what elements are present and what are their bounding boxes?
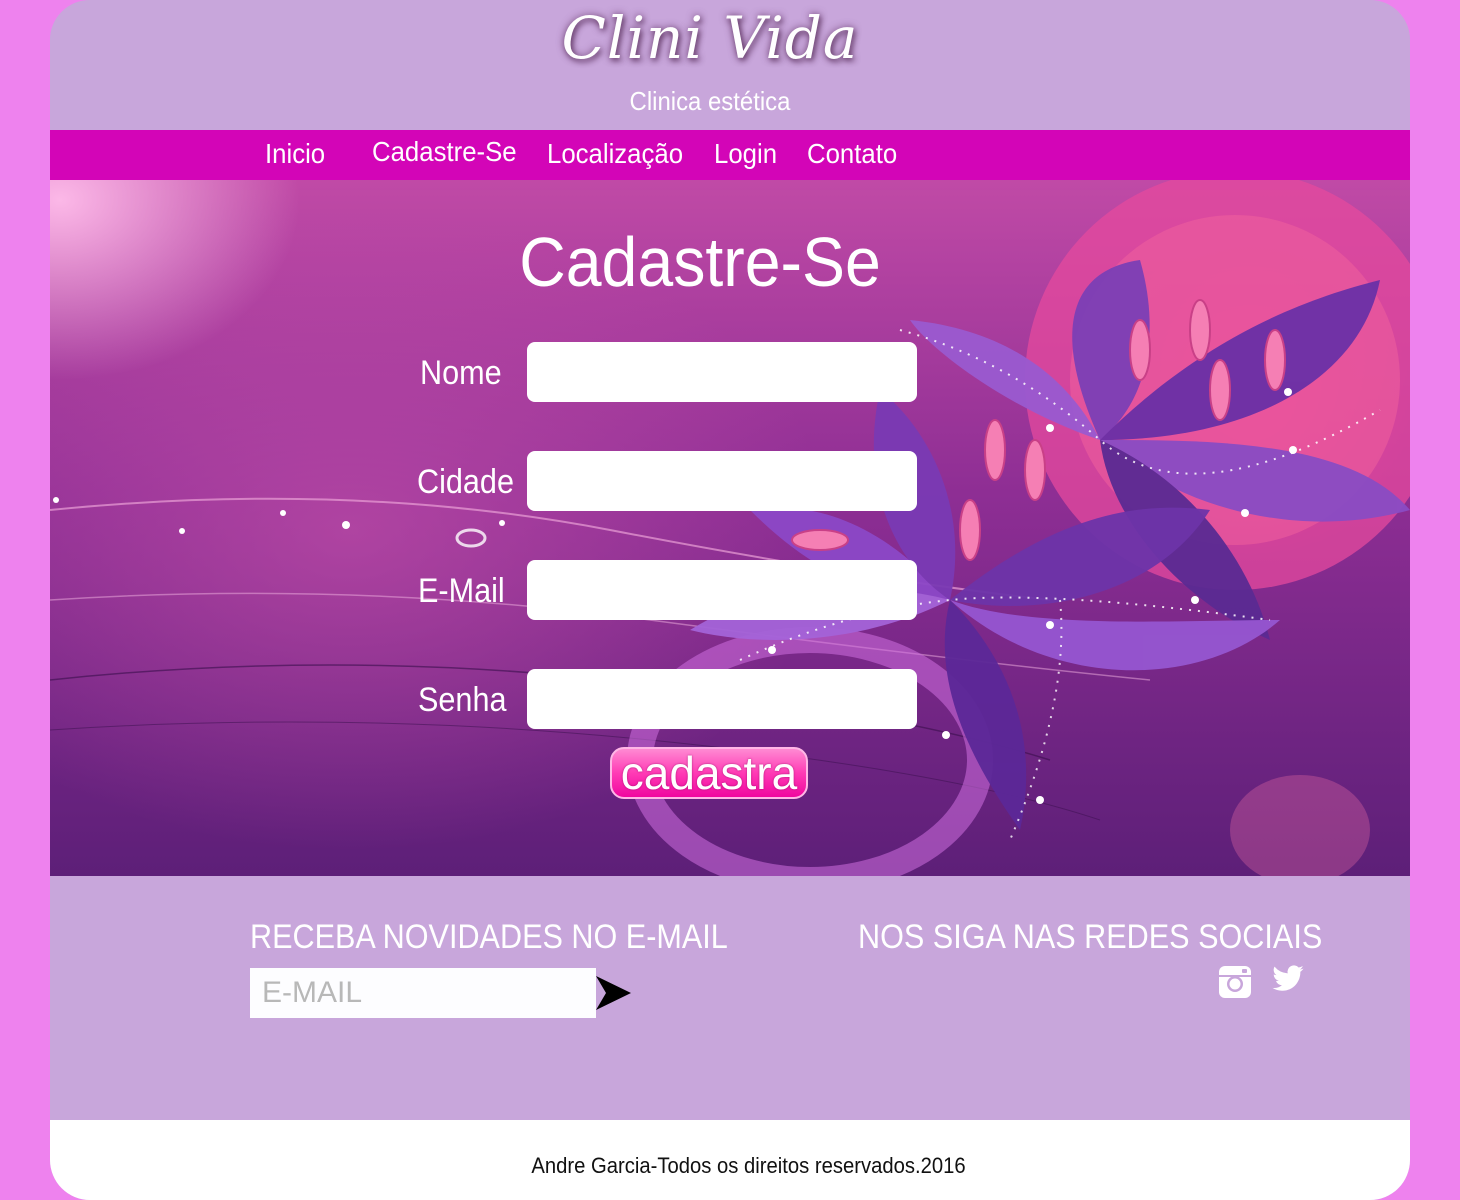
- name-input[interactable]: [527, 342, 917, 402]
- name-label: Nome: [420, 354, 502, 392]
- hero-banner: Cadastre-Se Nome Cidade E-Mail Senha cad…: [50, 180, 1410, 876]
- nav-item-login[interactable]: Login: [714, 138, 777, 170]
- city-input[interactable]: [527, 451, 917, 511]
- submit-button[interactable]: cadastra: [610, 747, 808, 799]
- site-header: Clini Vida Clinica estética: [50, 0, 1410, 130]
- copyright-text: Andre Garcia-Todos os direitos reservado…: [531, 1153, 966, 1178]
- main-nav: Inicio Cadastre-Se Localização Login Con…: [50, 130, 1410, 180]
- social-title: NOS SIGA NAS REDES SOCIAIS: [858, 918, 1323, 956]
- form-title: Cadastre-Se: [519, 223, 881, 301]
- password-input[interactable]: [527, 669, 917, 729]
- newsletter-email-input[interactable]: [250, 968, 596, 1018]
- twitter-icon[interactable]: [1271, 962, 1305, 996]
- email-label: E-Mail: [418, 572, 505, 610]
- password-label: Senha: [418, 681, 507, 719]
- nav-item-inicio[interactable]: Inicio: [265, 138, 325, 170]
- instagram-icon[interactable]: [1218, 965, 1252, 999]
- send-arrow-icon[interactable]: [595, 968, 633, 1018]
- nav-item-contato[interactable]: Contato: [807, 138, 897, 170]
- email-input[interactable]: [527, 560, 917, 620]
- city-label: Cidade: [417, 463, 514, 501]
- nav-item-cadastre-se[interactable]: Cadastre-Se: [372, 136, 517, 168]
- nav-item-localizacao[interactable]: Localização: [547, 138, 683, 170]
- page-container: Clini Vida Clinica estética Inicio Cadas…: [50, 0, 1410, 1200]
- footer: RECEBA NOVIDADES NO E-MAIL NOS SIGA NAS …: [50, 876, 1410, 1120]
- tagline: Clinica estética: [629, 86, 791, 116]
- copyright-bar: Andre Garcia-Todos os direitos reservado…: [50, 1120, 1410, 1200]
- newsletter-title: RECEBA NOVIDADES NO E-MAIL: [250, 918, 728, 956]
- logo[interactable]: Clini Vida: [50, 4, 1370, 72]
